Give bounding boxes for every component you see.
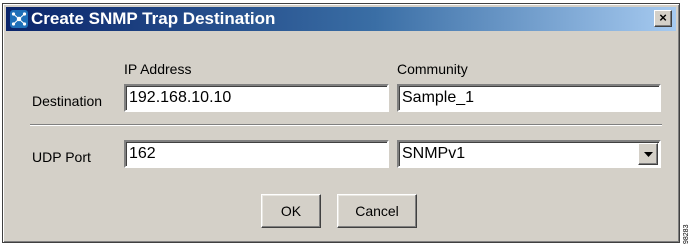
udp-port-input[interactable]: 162 <box>124 140 389 168</box>
snmp-version-select[interactable]: SNMPv1 <box>397 140 661 168</box>
close-button[interactable]: × <box>654 10 672 27</box>
close-icon: × <box>659 10 667 25</box>
snmp-network-icon <box>10 10 28 28</box>
ok-button[interactable]: OK <box>261 194 321 228</box>
destination-label: Destination <box>32 93 103 109</box>
cancel-button[interactable]: Cancel <box>337 194 417 228</box>
udp-port-label: UDP Port <box>32 149 91 165</box>
snmp-trap-dialog: Create SNMP Trap Destination × IP Addres… <box>2 3 680 243</box>
community-input[interactable]: Sample_1 <box>397 84 661 112</box>
dialog-title: Create SNMP Trap Destination <box>31 9 276 28</box>
section-divider <box>30 124 662 126</box>
udp-port-value: 162 <box>129 145 156 162</box>
community-value: Sample_1 <box>402 89 475 106</box>
figure-number: 98283 <box>683 224 690 244</box>
chevron-down-icon <box>644 152 653 157</box>
ip-address-label: IP Address <box>124 61 192 77</box>
title-bar[interactable]: Create SNMP Trap Destination × <box>6 7 676 31</box>
dropdown-button[interactable] <box>638 143 658 165</box>
snmp-version-value: SNMPv1 <box>402 145 466 162</box>
community-label: Community <box>397 61 468 77</box>
ip-address-value: 192.168.10.10 <box>129 89 232 106</box>
ip-address-input[interactable]: 192.168.10.10 <box>124 84 389 112</box>
